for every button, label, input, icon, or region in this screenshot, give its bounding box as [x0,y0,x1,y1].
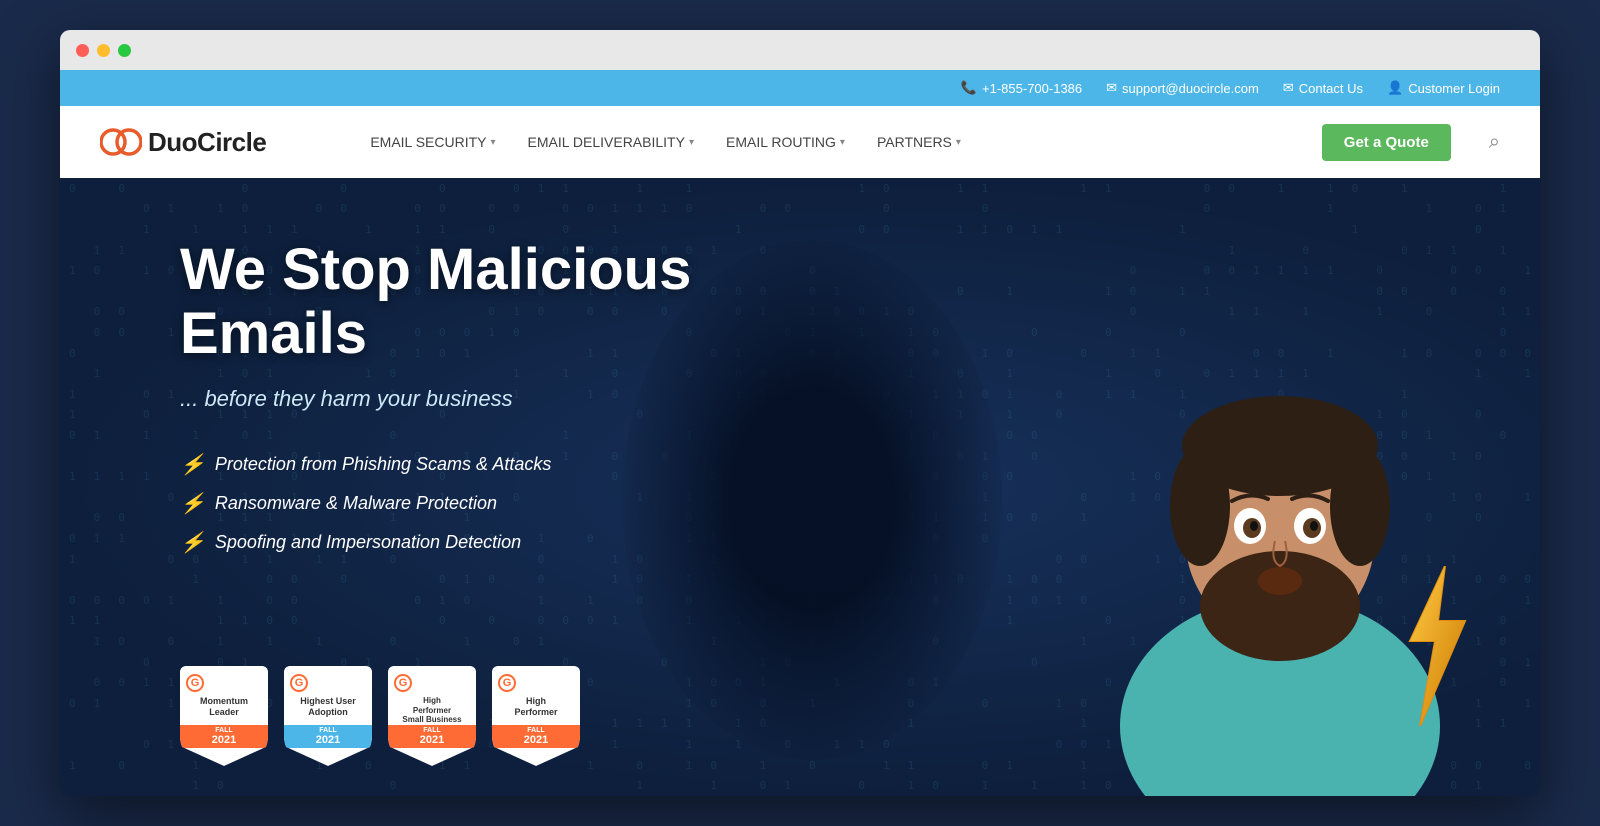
lightning-icon: ⚡ [180,452,205,477]
browser-chrome [60,30,1540,70]
g2-logo: G [498,674,516,692]
contact-label: Contact Us [1299,81,1363,96]
badge-title: HighPerformerSmall Business [402,696,461,725]
chevron-down-icon: ▾ [490,137,495,148]
email-link[interactable]: ✉ support@duocircle.com [1106,80,1259,96]
get-quote-button[interactable]: Get a Quote [1322,124,1451,161]
hero-subtitle: ... before they harm your business [180,386,880,412]
badge-high-performer: G HighPerformer FALL 2021 [492,666,580,766]
badge-highest-adoption: G Highest UserAdoption FALL 2021 [284,666,372,766]
badge-momentum-leader: G MomentumLeader FALL 2021 [180,666,268,766]
badge-season: FALL [496,727,576,734]
badge-ribbon: FALL 2021 [492,725,580,748]
nav-email-security[interactable]: EMAIL SECURITY ▾ [356,126,509,158]
logo[interactable]: DuoCircle [100,124,266,160]
badge-high-performer-smb: G HighPerformerSmall Business FALL 2021 [388,666,476,766]
chevron-down-icon: ▾ [840,137,845,148]
g2-logo: G [394,674,412,692]
feature-text: Ransomware & Malware Protection [215,493,497,514]
badge-title: MomentumLeader [200,696,248,718]
badge-title: HighPerformer [514,696,557,718]
feature-text: Spoofing and Impersonation Detection [215,532,521,553]
lightning-icon: ⚡ [180,491,205,516]
user-icon: 👤 [1387,80,1403,96]
badge-year: 2021 [288,734,368,746]
nav-label: PARTNERS [877,134,952,150]
hero-section: 0000001111101111001101101100000000011100… [60,178,1540,796]
maximize-button[interactable] [118,44,131,57]
badge-year: 2021 [184,734,264,746]
login-label: Customer Login [1408,81,1500,96]
badge-ribbon: FALL 2021 [180,725,268,748]
badge-year: 2021 [392,734,472,746]
lightning-svg [1390,566,1480,726]
top-utility-bar: 📞 +1-855-700-1386 ✉ support@duocircle.co… [60,70,1540,106]
feature-text: Protection from Phishing Scams & Attacks [215,454,551,475]
badges-area: G MomentumLeader FALL 2021 G Highest Use… [180,666,580,766]
search-icon[interactable]: ⌕ [1489,131,1500,154]
badge-season: FALL [392,727,472,734]
nav-partners[interactable]: PARTNERS ▾ [863,126,975,158]
hero-content: We Stop Malicious Emails ... before they… [180,238,880,605]
contact-link[interactable]: ✉ Contact Us [1283,80,1363,96]
badge-year: 2021 [496,734,576,746]
feature-item: ⚡ Protection from Phishing Scams & Attac… [180,452,880,477]
logo-text: DuoCircle [148,127,266,158]
nav-email-routing[interactable]: EMAIL ROUTING ▾ [712,126,859,158]
browser-window: 📞 +1-855-700-1386 ✉ support@duocircle.co… [60,30,1540,796]
chevron-down-icon: ▾ [689,137,694,148]
badge-season: FALL [288,727,368,734]
nav-label: EMAIL SECURITY [370,134,486,150]
lightning-icon: ⚡ [180,530,205,555]
nav-email-deliverability[interactable]: EMAIL DELIVERABILITY ▾ [514,126,708,158]
email-icon: ✉ [1106,80,1117,96]
logo-icon [100,124,142,160]
phone-icon: 📞 [961,80,977,96]
close-button[interactable] [76,44,89,57]
feature-item: ⚡ Ransomware & Malware Protection [180,491,880,516]
login-link[interactable]: 👤 Customer Login [1387,80,1500,96]
phone-number: +1-855-700-1386 [982,81,1082,96]
minimize-button[interactable] [97,44,110,57]
email-address: support@duocircle.com [1122,81,1259,96]
contact-icon: ✉ [1283,80,1294,96]
nav-bar: DuoCircle EMAIL SECURITY ▾ EMAIL DELIVER… [60,106,1540,178]
badge-season: FALL [184,727,264,734]
nav-label: EMAIL ROUTING [726,134,836,150]
feature-item: ⚡ Spoofing and Impersonation Detection [180,530,880,555]
badge-title: Highest UserAdoption [300,696,356,718]
chevron-down-icon: ▾ [956,137,961,148]
phone-link[interactable]: 📞 +1-855-700-1386 [961,80,1082,96]
nav-label: EMAIL DELIVERABILITY [528,134,685,150]
badge-ribbon: FALL 2021 [284,725,372,748]
lightning-bolt-large [1390,566,1480,726]
g2-logo: G [186,674,204,692]
hero-title: We Stop Malicious Emails [180,238,880,366]
g2-logo: G [290,674,308,692]
main-nav: EMAIL SECURITY ▾ EMAIL DELIVERABILITY ▾ … [356,126,1291,158]
badge-ribbon: FALL 2021 [388,725,476,748]
feature-list: ⚡ Protection from Phishing Scams & Attac… [180,452,880,555]
